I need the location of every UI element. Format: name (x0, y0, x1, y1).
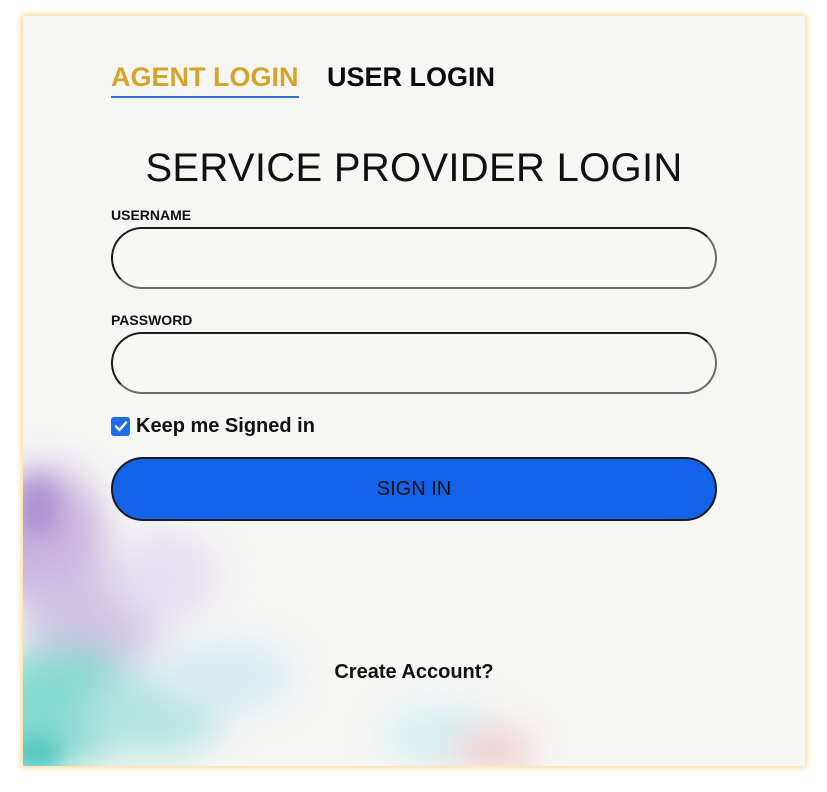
sign-in-button[interactable]: SIGN IN (111, 457, 717, 521)
sign-in-label: SIGN IN (376, 477, 452, 500)
tab-user-login[interactable]: USER LOGIN (327, 60, 495, 94)
tab-agent-login[interactable]: AGENT LOGIN (111, 60, 299, 98)
password-label: PASSWORD (111, 312, 193, 328)
login-card: AGENT LOGIN USER LOGIN SERVICE PROVIDER … (23, 16, 805, 766)
checkmark-icon (114, 421, 127, 432)
page-title: SERVICE PROVIDER LOGIN (145, 146, 683, 190)
username-input[interactable] (111, 227, 717, 289)
keep-signed-in-checkbox[interactable] (111, 416, 130, 436)
create-account-link[interactable]: Create Account? (23, 661, 805, 684)
keep-signed-in-label: Keep me Signed in (136, 414, 315, 437)
username-label: USERNAME (111, 207, 192, 223)
password-input[interactable] (111, 332, 717, 394)
keep-signed-in: Keep me Signed in (111, 415, 315, 437)
